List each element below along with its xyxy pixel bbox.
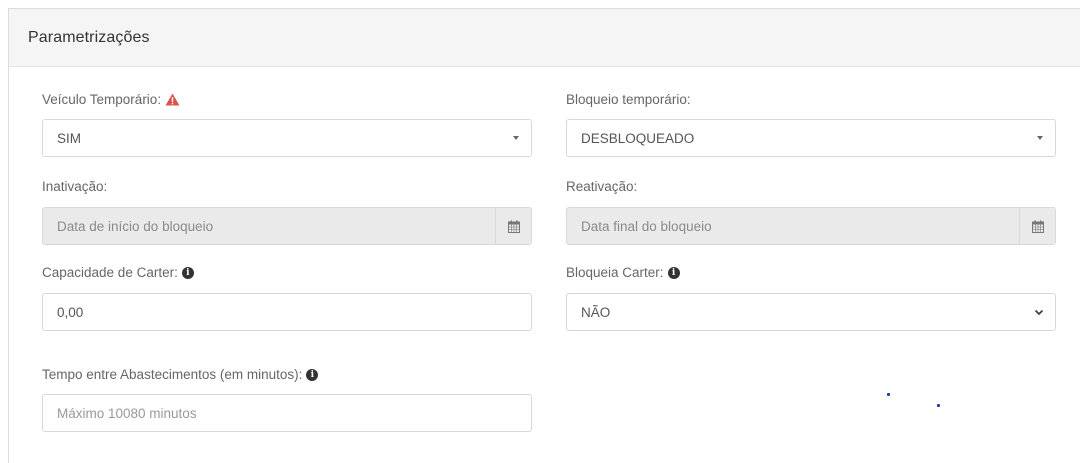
- artifact-dot: [887, 393, 890, 396]
- calendar-icon: [1031, 220, 1044, 233]
- calendar-icon: [507, 220, 520, 233]
- inativacao-label: Inativação:: [42, 179, 108, 194]
- chevron-down-icon: [1034, 309, 1044, 316]
- tempo-abastecimentos-input[interactable]: Máximo 10080 minutos: [42, 394, 532, 432]
- caret-down-icon: [513, 136, 519, 140]
- bloqueia-carter-label: Bloqueia Carter: i: [566, 265, 680, 280]
- artifact-dot: [937, 404, 940, 407]
- info-circle-icon[interactable]: i: [667, 266, 680, 279]
- reativacao-calendar-button[interactable]: [1019, 208, 1055, 244]
- reativacao-date-input[interactable]: Data final do bloqueio: [566, 207, 1056, 245]
- capacidade-carter-label: Capacidade de Carter: i: [42, 265, 194, 280]
- veiculo-temporario-select[interactable]: SIM: [42, 119, 532, 157]
- capacidade-carter-input[interactable]: 0,00: [42, 293, 532, 331]
- bloqueio-temporario-label: Bloqueio temporário:: [566, 92, 691, 107]
- info-circle-icon[interactable]: i: [181, 266, 194, 279]
- warning-triangle-icon: [165, 93, 180, 106]
- panel-title: Parametrizações: [28, 29, 150, 46]
- bloqueio-temporario-select[interactable]: DESBLOQUEADO: [566, 119, 1056, 157]
- panel-header: Parametrizações: [9, 9, 1080, 67]
- caret-down-icon: [1037, 136, 1043, 140]
- veiculo-temporario-label: Veículo Temporário:: [42, 92, 180, 107]
- bloqueia-carter-select[interactable]: NÃO: [566, 293, 1056, 331]
- reativacao-label: Reativação:: [566, 179, 638, 194]
- tempo-abastecimentos-label: Tempo entre Abastecimentos (em minutos):…: [42, 367, 319, 382]
- info-circle-icon[interactable]: i: [306, 368, 319, 381]
- inativacao-calendar-button[interactable]: [495, 208, 531, 244]
- inativacao-date-input[interactable]: Data de início do bloqueio: [42, 207, 532, 245]
